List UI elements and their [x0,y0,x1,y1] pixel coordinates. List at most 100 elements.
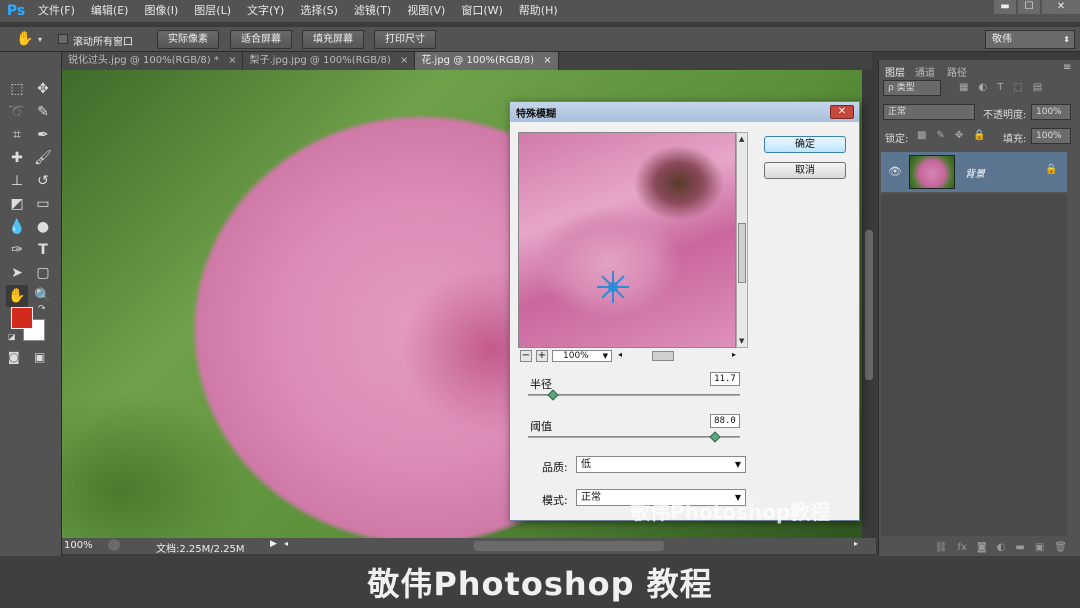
foreground-color-swatch[interactable] [11,307,33,329]
close-icon[interactable]: ✕ [830,105,854,119]
vertical-scrollbar[interactable] [862,70,876,538]
menu-window[interactable]: 窗口(W) [453,0,510,22]
adjustment-layer-icon[interactable]: ◐ [997,542,1006,553]
delete-layer-icon[interactable]: 🗑 [1054,542,1067,553]
add-mask-icon[interactable]: ◙ [977,542,987,553]
filter-adjust-icon[interactable]: ◐ [978,82,987,93]
horizontal-scroll-thumb[interactable] [474,541,664,551]
gradient-tool-icon[interactable]: ▭ [32,193,54,215]
layer-style-icon[interactable]: fx [958,542,967,553]
default-colors-icon[interactable]: ◪ [8,332,16,341]
link-layers-icon[interactable]: ⛓ [935,542,948,553]
ok-button[interactable]: 确定 [764,136,846,153]
clone-stamp-tool-icon[interactable]: ⊥ [6,170,28,192]
panel-menu-icon[interactable]: ≡ [1063,62,1071,73]
vertical-scroll-thumb[interactable] [865,230,873,380]
menu-layer[interactable]: 图层(L) [186,0,239,22]
hand-tool-icon[interactable]: ✋ [16,31,33,47]
quick-mask-icon[interactable]: ◙ [8,350,20,364]
crop-tool-icon[interactable]: ⌗ [6,124,28,146]
marquee-tool-icon[interactable]: ⬚ [6,78,28,100]
menu-image[interactable]: 图像(I) [136,0,186,22]
tab-document-1[interactable]: 锐化过头.jpg @ 100%(RGB/8) * × [62,52,244,70]
lasso-tool-icon[interactable]: ➰ [6,101,28,123]
new-layer-icon[interactable]: ▣ [1035,542,1044,553]
threshold-slider-thumb[interactable] [708,431,721,443]
menu-help[interactable]: 帮助(H) [511,0,566,22]
blur-tool-icon[interactable]: 💧 [6,216,28,238]
layer-kind-filter[interactable]: ρ 类型 [883,80,941,96]
preview-vertical-scrollbar[interactable]: ▲ ▼ [736,132,748,348]
print-size-button[interactable]: 打印尺寸 [374,30,436,49]
scroll-left-icon[interactable]: ◂ [284,539,288,548]
menu-edit[interactable]: 编辑(E) [83,0,137,22]
minimize-button[interactable]: ▬ [994,0,1016,14]
dialog-title-bar[interactable]: 特殊模糊 ✕ [510,102,859,122]
opacity-field[interactable]: 100% [1031,104,1071,120]
actual-pixels-button[interactable]: 实际像素 [157,30,219,49]
maximize-button[interactable]: ☐ [1018,0,1040,14]
tab-paths[interactable]: 路径 [947,64,967,79]
close-tab-icon[interactable]: × [400,55,408,66]
preview-zoom-select[interactable]: 100% ▼ [552,350,612,362]
move-tool-icon[interactable]: ✥ [32,78,54,100]
menu-type[interactable]: 文字(Y) [239,0,292,22]
tab-channels[interactable]: 通道 [915,64,935,79]
type-tool-icon[interactable]: T [32,239,54,261]
brush-tool-icon[interactable]: 🖌 [32,147,54,169]
filter-preview[interactable] [518,132,736,348]
preview-scroll-thumb[interactable] [738,223,746,283]
swap-colors-icon[interactable]: ↷ [38,304,46,314]
path-select-tool-icon[interactable]: ➤ [6,262,28,284]
history-brush-tool-icon[interactable]: ↺ [32,170,54,192]
fill-field[interactable]: 100% [1031,128,1071,144]
scroll-down-icon[interactable]: ▼ [739,337,744,345]
quality-select[interactable]: 低 ▼ [576,456,746,473]
layer-row-background[interactable]: 👁 背景 🔒 [881,152,1067,192]
eraser-tool-icon[interactable]: ◩ [6,193,28,215]
status-info-icon[interactable] [108,539,120,551]
lock-pixels-icon[interactable]: ✎ [936,130,944,141]
fill-screen-button[interactable]: 填充屏幕 [302,30,364,49]
layer-name[interactable]: 背景 [965,165,985,180]
pen-tool-icon[interactable]: ✑ [6,239,28,261]
scroll-up-icon[interactable]: ▲ [739,135,744,143]
screen-mode-icon[interactable]: ▣ [34,350,45,364]
new-group-icon[interactable]: ▬ [1015,542,1024,553]
hand-tool-icon[interactable]: ✋ [6,285,28,307]
menu-file[interactable]: 文件(F) [30,0,83,22]
healing-brush-tool-icon[interactable]: ✚ [6,147,28,169]
scroll-right-icon[interactable]: ▸ [732,350,736,359]
lock-all-icon[interactable]: 🔒 [973,130,985,141]
fit-screen-button[interactable]: 适合屏幕 [230,30,292,49]
menu-view[interactable]: 视图(V) [399,0,453,22]
filter-pixel-icon[interactable]: ▦ [959,82,968,93]
radius-slider-track[interactable] [528,389,740,401]
scroll-all-checkbox[interactable] [58,34,68,44]
threshold-slider-track[interactable] [528,431,740,443]
lock-position-icon[interactable]: ✥ [955,130,963,141]
cancel-button[interactable]: 取消 [764,162,846,179]
zoom-in-button[interactable]: + [536,350,548,362]
close-tab-icon[interactable]: × [228,55,236,66]
radius-slider-thumb[interactable] [547,389,560,401]
dodge-tool-icon[interactable]: ● [32,216,54,238]
preview-horizontal-thumb[interactable] [652,351,674,361]
filter-shape-icon[interactable]: ⬚ [1013,82,1022,93]
blend-mode-select[interactable]: 正常 [883,104,975,120]
filter-type-icon[interactable]: T [997,82,1003,93]
zoom-level[interactable]: 100% [64,540,93,551]
threshold-input[interactable]: 88.0 [710,414,740,428]
tool-preset-arrow-icon[interactable]: ▾ [38,35,42,44]
scroll-right-icon[interactable]: ▸ [854,539,858,548]
zoom-out-button[interactable]: − [520,350,532,362]
tab-document-3[interactable]: 花.jpg @ 100%(RGB/8) × [415,52,559,70]
radius-input[interactable]: 11.7 [710,372,740,386]
status-menu-arrow-icon[interactable]: ▶ [270,539,277,549]
close-tab-icon[interactable]: × [543,55,551,66]
tab-document-2[interactable]: 梨子.jpg.jpg @ 100%(RGB/8) × [243,52,416,70]
workspace-select[interactable]: 敬伟 ⬍ [985,30,1075,49]
quick-select-tool-icon[interactable]: ✎ [32,101,54,123]
menu-filter[interactable]: 滤镜(T) [346,0,399,22]
visibility-eye-icon[interactable]: 👁 [888,165,902,178]
